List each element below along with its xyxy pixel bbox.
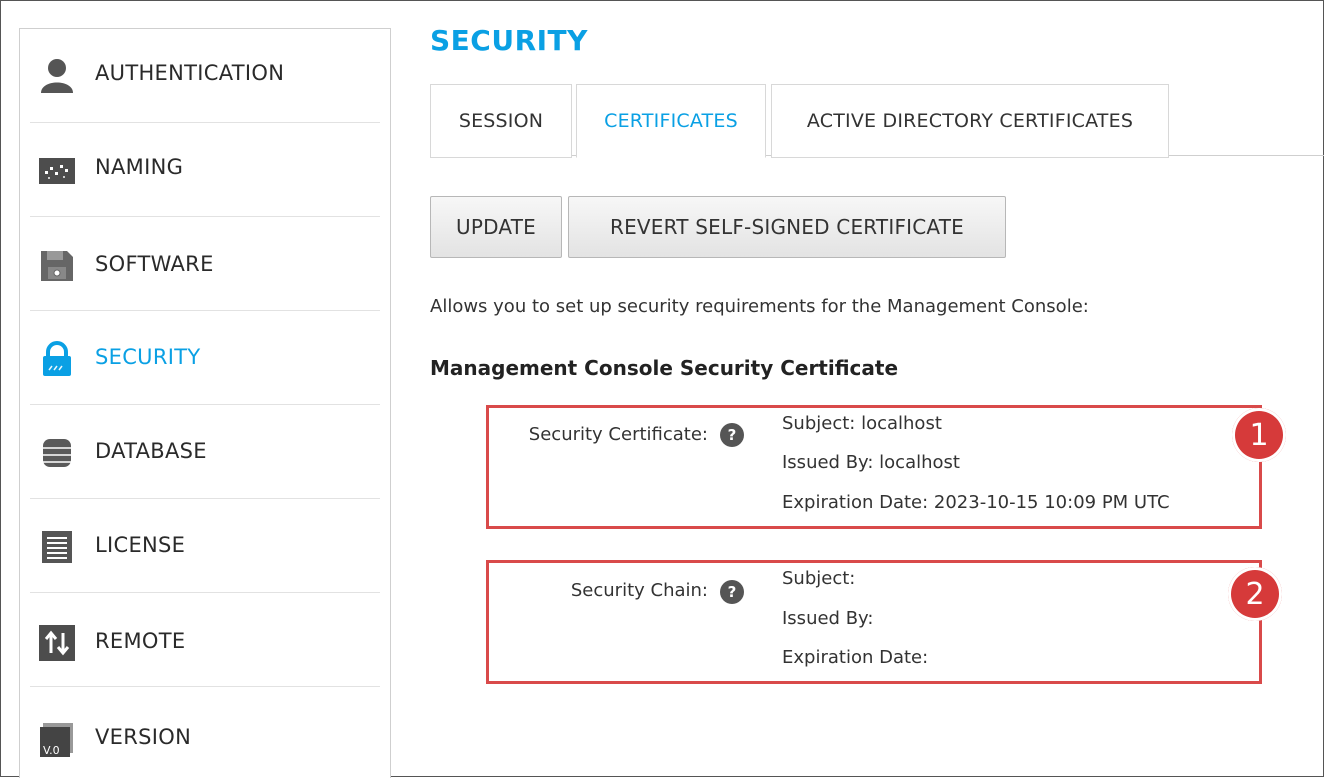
sidebar-item-license[interactable]: LICENSE <box>20 499 390 593</box>
certificate-expiration: Expiration Date: 2023-10-15 10:09 PM UTC <box>782 492 1170 513</box>
version-icon: V.0 <box>40 723 73 757</box>
database-icon <box>43 439 71 467</box>
sidebar-item-label: DATABASE <box>95 439 207 463</box>
description-text: Allows you to set up security requiremen… <box>430 296 1089 317</box>
sidebar-item-label: VERSION <box>95 725 192 749</box>
sidebar-item-label: LICENSE <box>95 533 186 557</box>
sidebar-item-database[interactable]: DATABASE <box>20 405 390 499</box>
section-title: Management Console Security Certificate <box>430 356 899 380</box>
page-title: SECURITY <box>430 24 588 57</box>
security-chain-label: Security Chain: <box>570 580 708 601</box>
chain-expiration: Expiration Date: <box>782 647 929 668</box>
sidebar-item-label: SECURITY <box>95 345 201 369</box>
chain-subject: Subject: <box>782 568 856 589</box>
chain-issued-by: Issued By: <box>782 608 874 629</box>
document-icon <box>42 531 72 563</box>
tab-certificates[interactable]: CERTIFICATES <box>576 84 766 158</box>
help-icon[interactable]: ? <box>720 423 744 447</box>
svg-text:V.0: V.0 <box>43 744 60 757</box>
annotation-badge-2: 2 <box>1228 567 1282 621</box>
sidebar-item-version[interactable]: V.0 VERSION <box>20 687 390 781</box>
tab-active-directory-certificates[interactable]: ACTIVE DIRECTORY CERTIFICATES <box>771 84 1169 158</box>
certificate-issued-by: Issued By: localhost <box>782 452 960 473</box>
sidebar-item-label: AUTHENTICATION <box>95 61 285 85</box>
lock-icon <box>43 341 71 376</box>
help-icon[interactable]: ? <box>720 580 744 604</box>
sidebar-item-label: REMOTE <box>95 629 186 653</box>
floppy-disk-icon <box>41 251 73 281</box>
sidebar-item-authentication[interactable]: AUTHENTICATION <box>20 29 390 123</box>
sidebar-item-remote[interactable]: REMOTE <box>20 593 390 687</box>
sidebar-item-software[interactable]: SOFTWARE <box>20 217 390 311</box>
sidebar-item-naming[interactable]: NAMING <box>20 123 390 217</box>
sidebar-item-security[interactable]: SECURITY <box>20 311 390 405</box>
updown-arrows-icon <box>39 625 75 661</box>
revert-self-signed-certificate-button[interactable]: REVERT SELF-SIGNED CERTIFICATE <box>568 196 1006 258</box>
user-icon <box>41 59 73 93</box>
naming-icon <box>39 158 75 184</box>
sidebar-item-label: SOFTWARE <box>95 252 214 276</box>
certificate-subject: Subject: localhost <box>782 413 942 434</box>
update-button[interactable]: UPDATE <box>430 196 562 258</box>
sidebar: AUTHENTICATION NAMING SOFTWARE SECURITY … <box>19 28 391 778</box>
tab-session[interactable]: SESSION <box>430 84 572 158</box>
annotation-badge-1: 1 <box>1232 408 1286 462</box>
security-certificate-label: Security Certificate: <box>528 424 708 445</box>
sidebar-item-label: NAMING <box>95 155 184 179</box>
